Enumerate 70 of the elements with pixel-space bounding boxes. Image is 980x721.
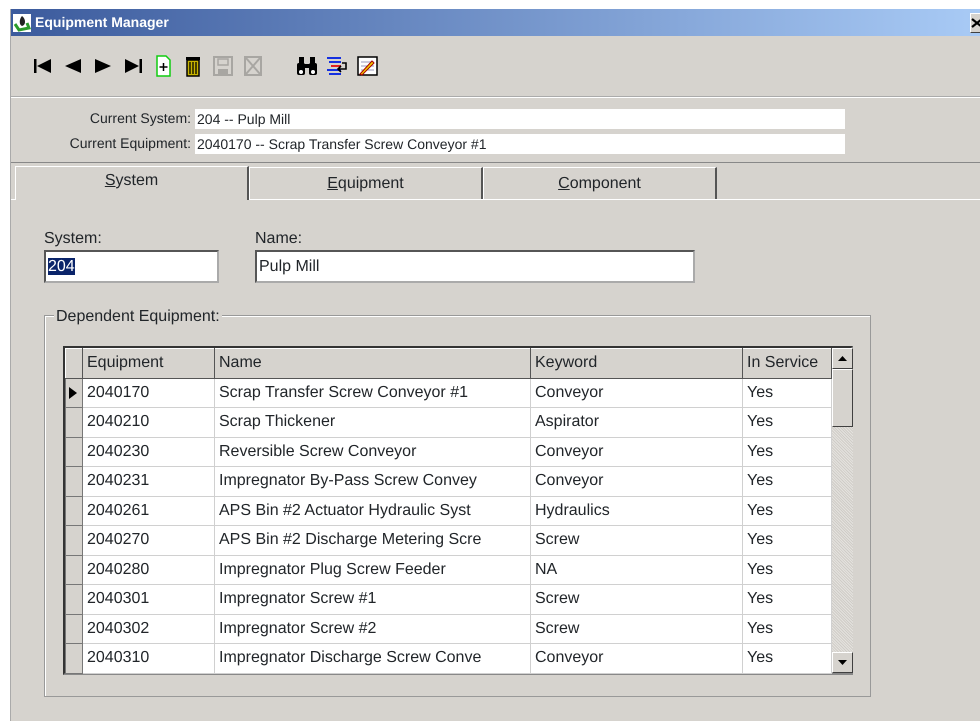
table-cell: Scrap Thickener	[214, 408, 530, 437]
table-cell: APS Bin #2 Discharge Metering Scre	[214, 526, 530, 555]
table-cell: Yes	[742, 555, 832, 584]
table-cell: Impregnator Screw #1	[214, 584, 530, 614]
table-cell: Screw	[530, 614, 742, 644]
tab[interactable]: Component	[483, 167, 717, 199]
notepad-pencil-icon[interactable]	[355, 54, 379, 78]
table-cell: Yes	[742, 496, 832, 526]
column-header[interactable]: Keyword	[530, 348, 742, 378]
table-cell: Reversible Screw Conveyor	[214, 437, 530, 466]
table-cell: 2040302	[82, 614, 214, 644]
input-field[interactable]: Pulp Mill	[255, 250, 695, 283]
field-label: Current Equipment:	[68, 134, 192, 153]
table-cell: Impregnator Plug Screw Feeder	[214, 555, 530, 584]
column-header[interactable]: Name	[214, 348, 530, 378]
table-cell: 2040280	[82, 555, 214, 584]
table-cell: Conveyor	[530, 466, 742, 496]
table-cell: Yes	[742, 584, 832, 614]
table-cell: Impregnator Screw #2	[214, 614, 530, 644]
scrollbar-thumb[interactable]	[832, 369, 853, 427]
tab[interactable]: Equipment	[249, 167, 483, 199]
table-cell: 2040231	[82, 466, 214, 496]
table-cell: Aspirator	[530, 408, 742, 437]
table-cell: 2040210	[82, 408, 214, 437]
column-header[interactable]: Equipment	[82, 348, 214, 378]
tab[interactable]: System	[15, 166, 249, 200]
table-cell: Conveyor	[530, 437, 742, 466]
scroll-down-button[interactable]	[832, 652, 853, 673]
table-cell: 2040261	[82, 496, 214, 526]
column-header[interactable]: In Service	[742, 348, 832, 378]
window-title: Equipment Manager	[35, 13, 169, 32]
table-cell: Conveyor	[530, 378, 742, 408]
table-cell: Hydraulics	[530, 496, 742, 526]
table-cell: Yes	[742, 378, 832, 408]
row-header-corner	[66, 348, 82, 378]
table-cell: Yes	[742, 437, 832, 466]
table-cell: 2040170	[82, 378, 214, 408]
field-label: System:	[44, 230, 103, 248]
text-wrap-icon[interactable]	[325, 54, 349, 78]
table-cell: Yes	[742, 644, 832, 673]
table-cell: Yes	[742, 614, 832, 644]
field-label: Name:	[255, 230, 304, 248]
table-cell: Yes	[742, 408, 832, 437]
down-arrow-icon	[838, 660, 847, 665]
up-arrow-icon	[838, 356, 847, 361]
close-icon	[971, 18, 980, 28]
table-cell: 2040301	[82, 584, 214, 614]
input-field[interactable]: 204	[44, 250, 219, 283]
table-cell: Impregnator By-Pass Screw Convey	[214, 466, 530, 496]
current-row-icon	[69, 386, 77, 399]
table-cell: Scrap Transfer Screw Conveyor #1	[214, 378, 530, 408]
binoculars-icon[interactable]	[295, 54, 319, 78]
field-label: Current System:	[88, 109, 192, 128]
read-only-field: 204 -- Pulp Mill	[195, 108, 845, 128]
table-cell: Conveyor	[530, 644, 742, 673]
table-cell: Screw	[530, 584, 742, 614]
table-cell: Impregnator Discharge Screw Conve	[214, 644, 530, 673]
read-only-field: 2040170 -- Scrap Transfer Screw Conveyor #1	[195, 134, 845, 154]
table-cell: Yes	[742, 466, 832, 496]
table-cell: Yes	[742, 526, 832, 555]
table-cell: 2040270	[82, 526, 214, 555]
table-cell: NA	[530, 555, 742, 584]
table-cell: APS Bin #2 Actuator Hydraulic Syst	[214, 496, 530, 526]
table-cell: 2040230	[82, 437, 214, 466]
table-cell: Screw	[530, 526, 742, 555]
app-icon	[13, 14, 31, 32]
scrollbar[interactable]	[832, 348, 853, 673]
scroll-up-button[interactable]	[832, 348, 853, 369]
row-selector[interactable]	[66, 378, 82, 408]
table-cell: 2040310	[82, 644, 214, 673]
